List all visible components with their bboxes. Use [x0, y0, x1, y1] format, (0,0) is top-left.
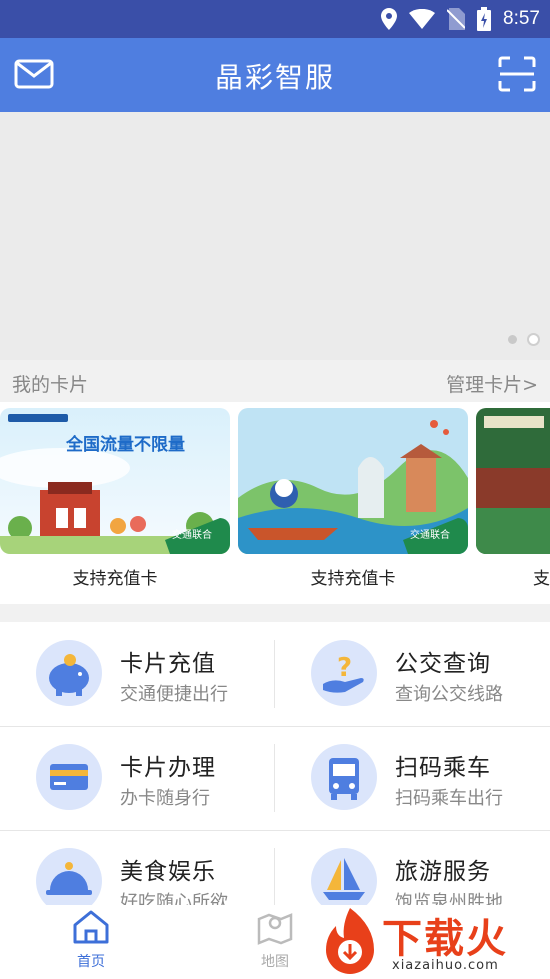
icon-circle	[311, 744, 377, 810]
cards-carousel[interactable]: 全国流量不限量 交通联合 支持充值卡 交通联合 支持充值卡 支	[0, 402, 550, 604]
banner-carousel[interactable]	[0, 112, 550, 360]
carousel-dot-active	[527, 333, 540, 346]
home-icon	[73, 910, 109, 944]
service-card-scan-ride[interactable]: 扫码乘车 扫码乘车出行	[275, 726, 550, 830]
map-pin-icon	[257, 913, 293, 945]
icon-circle	[36, 640, 102, 706]
service-desc: 交通便捷出行	[120, 684, 228, 705]
service-name: 卡片办理	[120, 755, 216, 781]
transit-card-3[interactable]	[476, 408, 550, 554]
nav-map-label: 地图	[261, 954, 289, 970]
status-bar: 8:57	[0, 0, 550, 38]
question-hand-icon: ?	[323, 653, 364, 693]
no-sim-icon	[447, 8, 466, 30]
carousel-indicator	[508, 333, 540, 346]
card-1-badge: 交通联合	[172, 530, 212, 541]
nav-home-label: 首页	[77, 954, 105, 970]
service-desc: 办卡随身行	[120, 788, 210, 809]
scan-icon[interactable]	[498, 56, 536, 92]
service-desc: 扫码乘车出行	[395, 788, 503, 809]
card-1-art-text: 全国流量不限量	[66, 435, 185, 455]
service-card-card-apply[interactable]: 卡片办理 办卡随身行	[0, 726, 275, 830]
service-desc: 查询公交线路	[395, 684, 503, 705]
my-cards-header: 我的卡片 管理卡片>	[0, 360, 550, 402]
service-name: 美食娱乐	[120, 859, 216, 885]
service-card-bus-query[interactable]: ? 公交查询 查询公交线路	[275, 622, 550, 726]
card-icon	[50, 764, 88, 790]
watermark-brand: 下载火	[382, 916, 508, 962]
app-header: 晶彩智服	[0, 38, 550, 112]
service-name: 公交查询	[395, 651, 491, 677]
icon-circle: ?	[311, 640, 377, 706]
my-cards-title: 我的卡片	[12, 374, 89, 396]
page-title: 晶彩智服	[214, 61, 335, 94]
service-name: 扫码乘车	[395, 755, 491, 781]
bus-icon	[329, 758, 359, 800]
service-card-recharge[interactable]: 卡片充值 交通便捷出行	[0, 622, 275, 726]
piggy-bank-icon	[49, 654, 89, 696]
card-3-label: 支	[533, 569, 550, 589]
service-name: 卡片充值	[120, 651, 216, 677]
manage-cards-link[interactable]: 管理卡片>	[446, 370, 538, 397]
card-2-label: 支持充值卡	[310, 569, 396, 589]
card-artwork-3	[476, 408, 550, 554]
nav-map[interactable]: 地图	[230, 909, 320, 971]
watermark-url: xiazaihuo.com	[392, 958, 499, 973]
card-1-label: 支持充值卡	[72, 569, 158, 589]
section-divider	[0, 604, 550, 622]
transit-card-2[interactable]: 交通联合	[238, 408, 468, 554]
service-name: 旅游服务	[395, 859, 491, 885]
nav-home[interactable]: 首页	[46, 909, 136, 971]
card-2-badge: 交通联合	[410, 530, 450, 541]
svg-text:?: ?	[337, 653, 352, 683]
flame-logo-icon	[326, 908, 374, 974]
transit-card-1[interactable]: 全国流量不限量 交通联合	[0, 408, 230, 554]
carousel-dot	[508, 335, 517, 344]
watermark-logo: 下载火 xiazaihuo.com	[318, 902, 550, 979]
location-icon	[381, 8, 398, 30]
battery-icon	[477, 7, 492, 31]
icon-circle	[36, 744, 102, 810]
wifi-icon	[409, 9, 436, 29]
clock: 8:57	[503, 8, 540, 29]
